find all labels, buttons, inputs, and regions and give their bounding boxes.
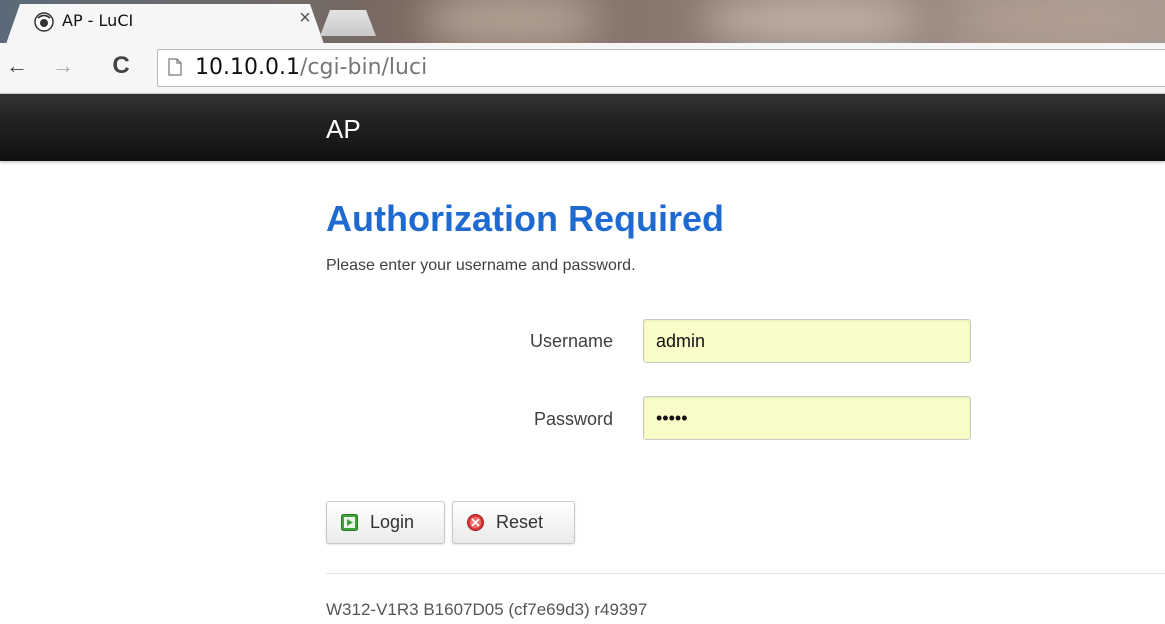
close-tab-icon[interactable]: × xyxy=(295,7,315,30)
address-bar[interactable]: 10.10.0.1/cgi-bin/luci xyxy=(157,49,1165,87)
page-title: Authorization Required xyxy=(326,198,724,239)
url-path: /cgi-bin/luci xyxy=(299,55,428,80)
tab-title: AP - LuCI xyxy=(62,11,134,30)
footer-divider xyxy=(326,573,1165,574)
reset-icon xyxy=(467,514,484,531)
luci-favicon-icon xyxy=(34,12,54,32)
reset-button-label: Reset xyxy=(496,512,544,532)
login-button[interactable]: Login xyxy=(326,501,445,544)
forward-arrow-icon[interactable]: → xyxy=(48,51,78,81)
luci-header-bar: AP xyxy=(0,94,1165,161)
brand-title[interactable]: AP xyxy=(326,114,361,145)
page-description: Please enter your username and password. xyxy=(326,257,636,274)
password-input[interactable] xyxy=(643,396,971,440)
login-icon xyxy=(341,514,358,531)
username-input[interactable] xyxy=(643,319,971,363)
url-host: 10.10.0.1 xyxy=(195,55,300,80)
browser-tab-strip: AP - LuCI × xyxy=(0,0,1165,43)
new-tab-button[interactable] xyxy=(320,10,376,36)
back-arrow-icon[interactable]: ← xyxy=(2,51,32,81)
password-label: Password xyxy=(533,409,613,429)
page-icon xyxy=(168,58,182,76)
firmware-version: W312-V1R3 B1607D05 (cf7e69d3) r49397 xyxy=(326,600,648,619)
browser-toolbar: ← → C 10.10.0.1/cgi-bin/luci xyxy=(0,43,1165,94)
username-label: Username xyxy=(529,331,613,351)
login-button-label: Login xyxy=(370,512,415,532)
url-text: 10.10.0.1/cgi-bin/luci xyxy=(195,55,427,80)
reload-icon[interactable]: C xyxy=(106,51,136,81)
reset-button[interactable]: Reset xyxy=(452,501,575,544)
